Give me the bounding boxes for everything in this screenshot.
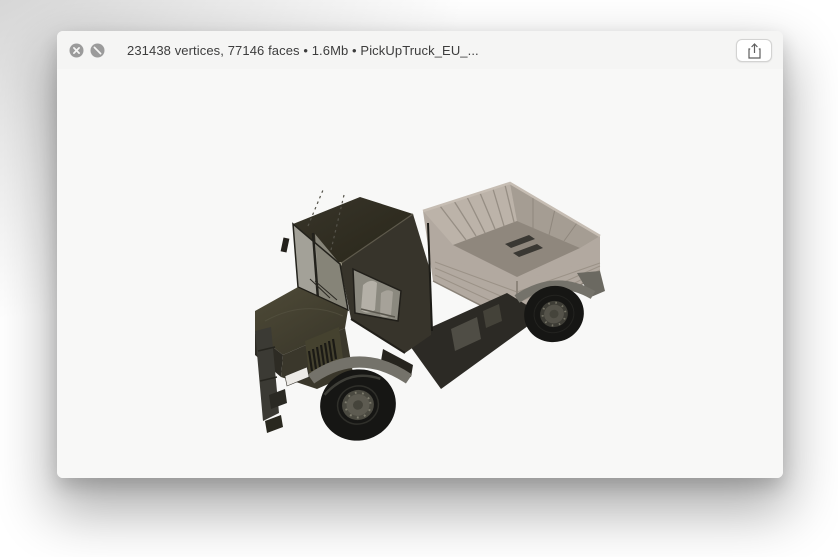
close-icon[interactable] [69, 43, 84, 58]
model-viewport[interactable] [57, 69, 783, 478]
window-title: 231438 vertices, 77146 faces • 1.6Mb • P… [127, 43, 479, 58]
block-icon[interactable] [90, 43, 105, 58]
share-button[interactable] [736, 39, 772, 62]
wing-mirror [281, 238, 290, 253]
share-icon [748, 43, 761, 59]
quicklook-window: 231438 vertices, 77146 faces • 1.6Mb • P… [57, 31, 783, 478]
titlebar[interactable]: 231438 vertices, 77146 faces • 1.6Mb • P… [57, 31, 783, 69]
truck-3d-model [255, 181, 605, 446]
